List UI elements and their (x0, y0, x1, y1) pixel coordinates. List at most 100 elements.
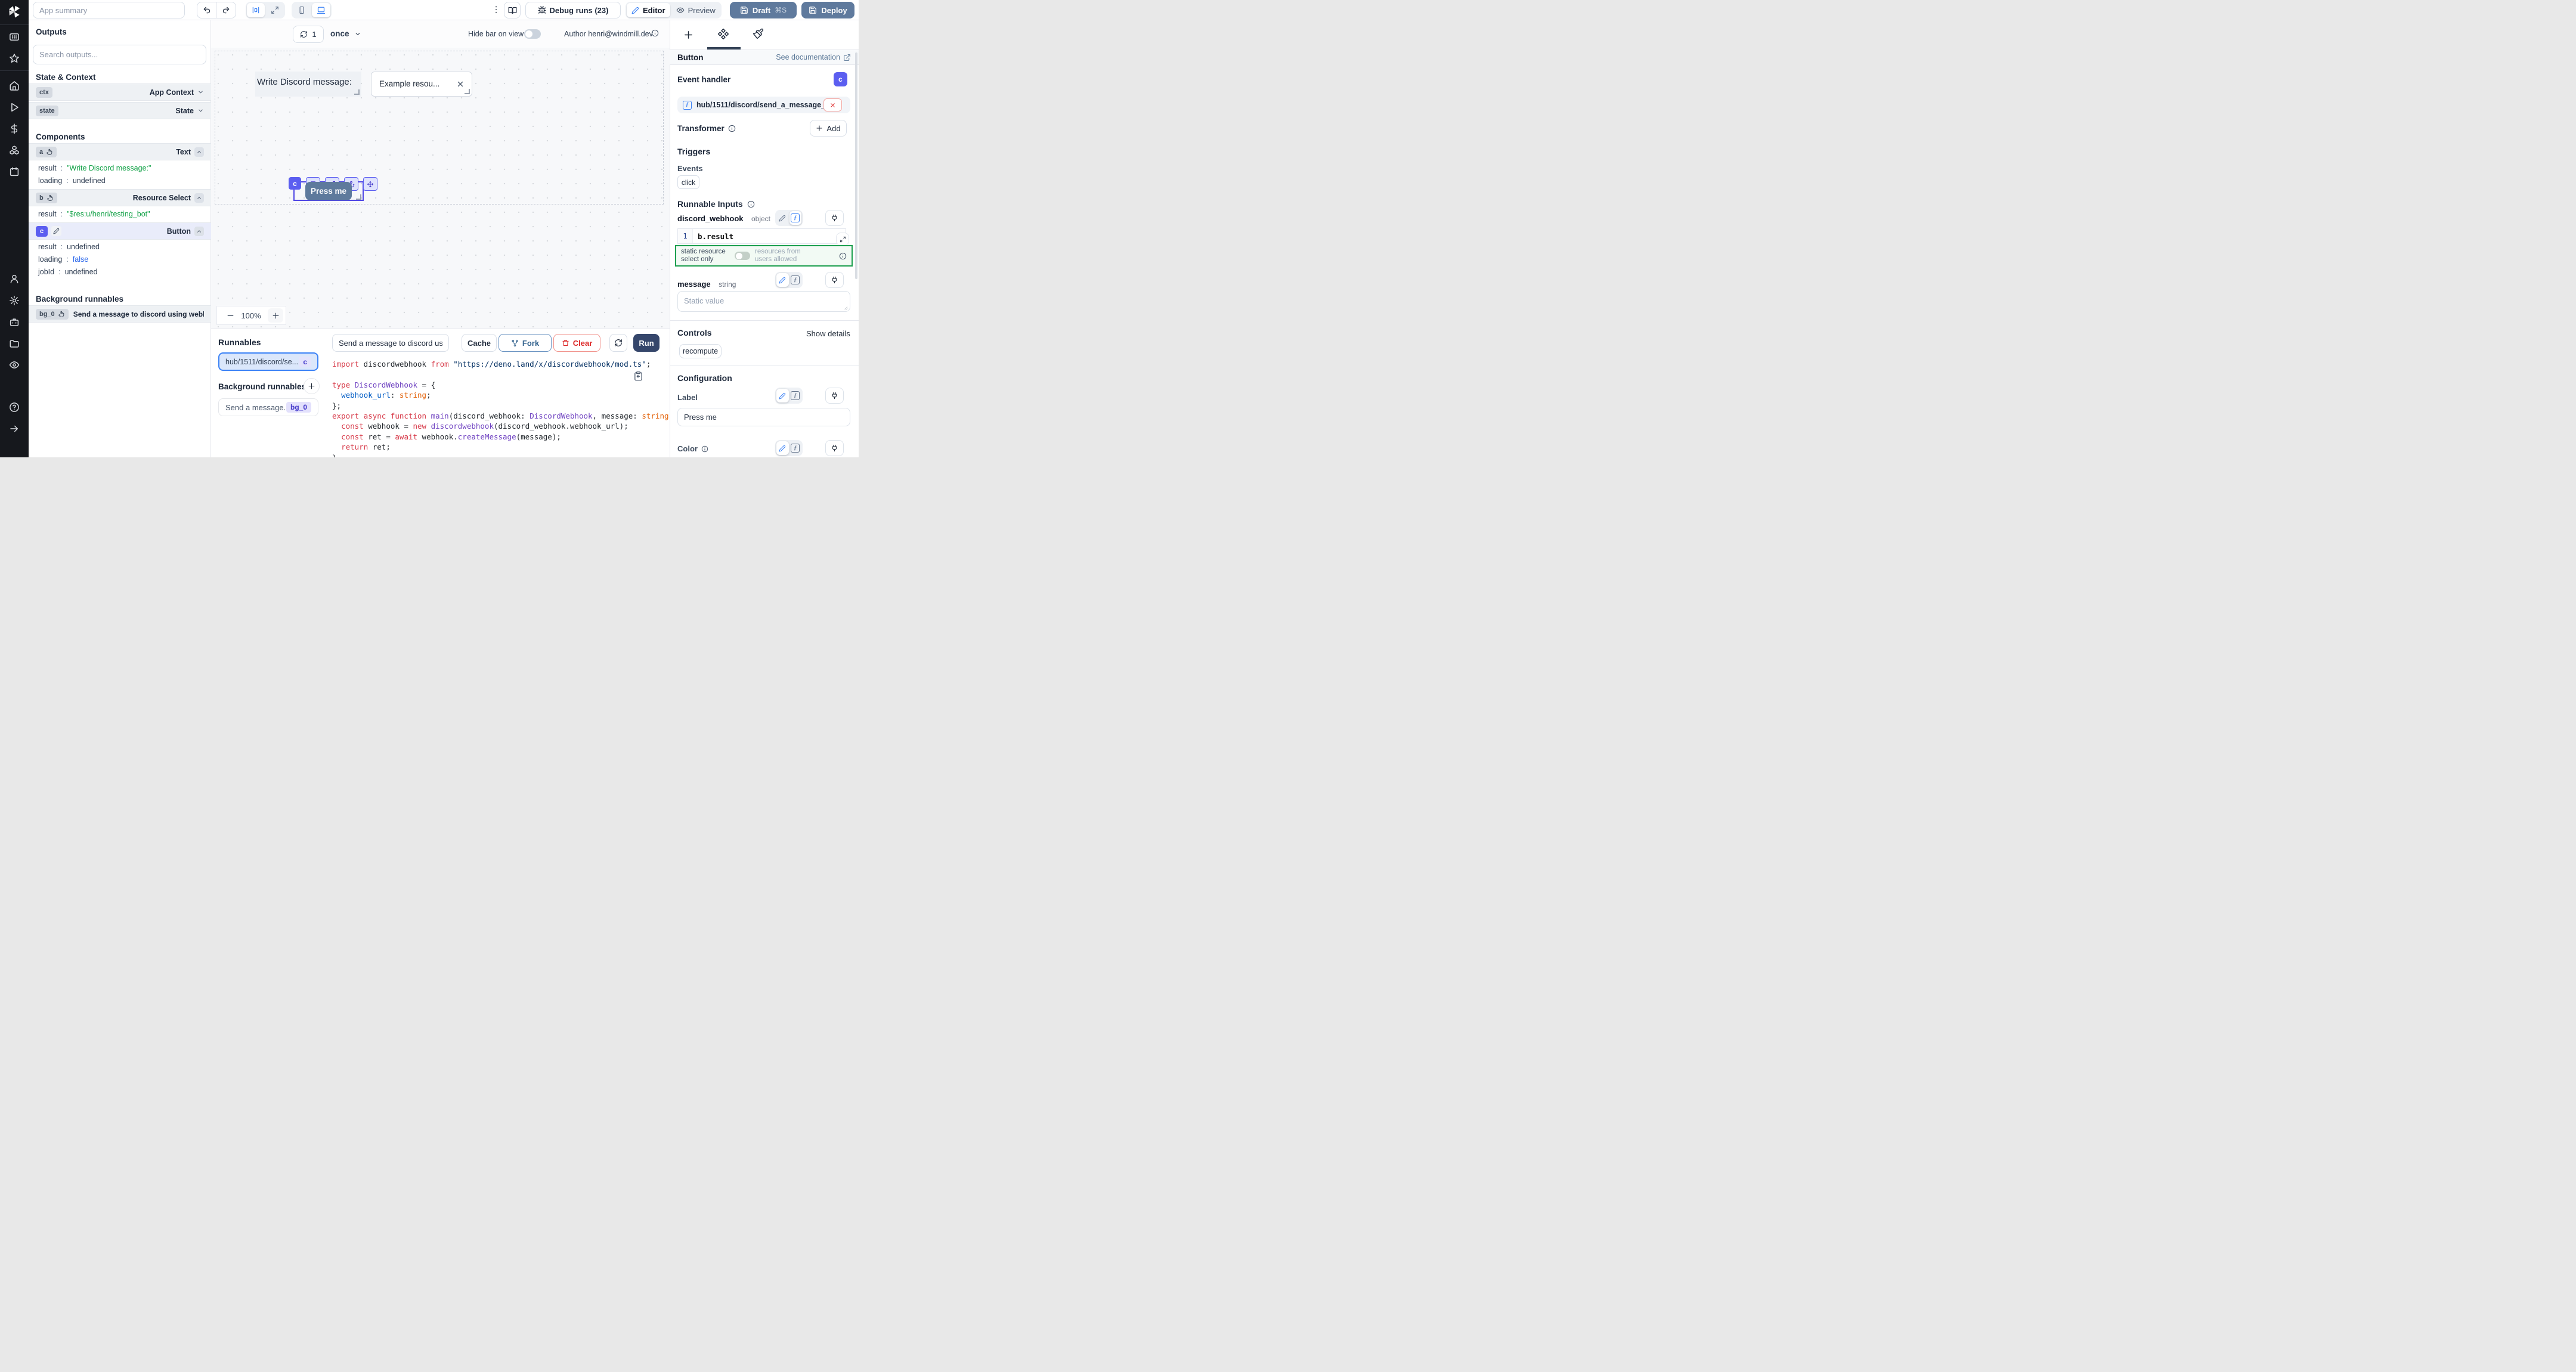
cache-button[interactable]: Cache (462, 334, 497, 352)
message-static-input[interactable] (677, 291, 850, 312)
remove-runnable-button[interactable] (823, 98, 842, 112)
app-summary-input[interactable] (33, 2, 185, 18)
connect-plug-button[interactable] (825, 440, 844, 456)
static-pencil-icon[interactable] (776, 273, 789, 287)
app-canvas[interactable]: Write Discord message: Example resou... … (211, 48, 670, 329)
search-outputs-input[interactable] (33, 45, 206, 64)
resource-select-component[interactable]: Example resou... (371, 72, 472, 97)
apps-icon[interactable] (9, 32, 20, 42)
windmill-logo-icon[interactable] (7, 4, 22, 20)
bg-runnable-item[interactable]: Send a message... bg_0 (218, 398, 318, 416)
debug-runs-button[interactable]: Debug runs (23) (525, 2, 621, 18)
static-pencil-icon[interactable] (776, 389, 789, 402)
press-me-button[interactable]: Press me (305, 182, 352, 200)
fullscreen-icon[interactable] (266, 3, 284, 17)
eval-function-icon[interactable]: ƒ (789, 211, 802, 225)
account-user-icon[interactable] (9, 274, 20, 284)
audit-eye-icon[interactable] (9, 360, 20, 370)
fork-button[interactable]: Fork (499, 334, 552, 352)
expr-editor[interactable]: 1 b.result (677, 228, 846, 244)
refresh-script-button[interactable] (609, 334, 627, 352)
edit-id-button[interactable] (51, 226, 61, 236)
code-lines[interactable]: import discordwebhook from "https://deno… (332, 359, 670, 457)
tab-component-settings[interactable] (717, 28, 729, 40)
tab-styling[interactable] (753, 28, 764, 39)
runnable-item-selected[interactable]: hub/1511/discord/se... c (218, 352, 318, 371)
copy-icon[interactable] (633, 371, 643, 381)
info-icon[interactable] (747, 200, 755, 208)
schedules-calendar-icon[interactable] (9, 166, 20, 177)
component-row-c[interactable]: c Button (29, 222, 211, 240)
refresh-mode-dropdown[interactable]: once (330, 29, 361, 38)
zoom-in-plus-icon[interactable] (268, 308, 283, 323)
deploy-button[interactable]: Deploy (801, 2, 854, 18)
tab-add-component[interactable] (683, 30, 693, 40)
undo-button[interactable] (197, 2, 217, 18)
favorites-star-icon[interactable] (9, 53, 20, 64)
static-pencil-icon[interactable] (776, 211, 789, 225)
background-runnable-row-bg0[interactable]: bg_0 Send a message to discord using web… (29, 305, 211, 323)
tab-editor[interactable]: Editor (627, 3, 670, 17)
see-documentation-link[interactable]: See documentation (776, 53, 851, 61)
info-icon[interactable] (651, 29, 659, 37)
info-icon[interactable] (701, 445, 708, 453)
right-panel-scrollbar[interactable] (855, 52, 857, 279)
connect-plug-button[interactable] (825, 388, 844, 404)
selected-id-chip[interactable]: c (289, 177, 301, 190)
workers-icon[interactable] (9, 317, 20, 327)
collapse-a-button[interactable] (194, 147, 204, 157)
resources-boxes-icon[interactable] (9, 145, 20, 156)
folders-icon[interactable] (9, 338, 20, 349)
event-click-pill[interactable]: click (677, 175, 699, 189)
center-align-icon[interactable] (247, 3, 265, 17)
run-button[interactable]: Run (633, 334, 660, 352)
desktop-view-icon[interactable] (312, 3, 330, 17)
resize-handle[interactable] (354, 89, 360, 95)
redo-button[interactable] (217, 2, 236, 18)
output-row-ctx[interactable]: ctx App Context (29, 83, 211, 101)
expand-arrow-icon[interactable] (9, 423, 20, 434)
connect-plug-button[interactable] (825, 272, 844, 288)
clear-button[interactable]: Clear (553, 334, 600, 352)
docs-book-button[interactable] (504, 2, 521, 18)
refresh-count-button[interactable]: 1 (293, 26, 324, 43)
text-component[interactable]: Write Discord message: (255, 72, 361, 97)
event-handler-runnable-pill[interactable]: ƒ hub/1511/discord/send_a_message_... (677, 97, 850, 113)
script-name-input[interactable] (332, 334, 449, 352)
expand-editor-button[interactable] (836, 233, 849, 246)
zoom-out-minus-icon[interactable] (227, 312, 234, 320)
info-icon[interactable] (839, 252, 847, 260)
add-transformer-button[interactable]: Add (810, 120, 847, 137)
draft-button[interactable]: Draft⌘S (730, 2, 797, 18)
add-bg-runnable-button[interactable] (304, 378, 320, 394)
resize-grip-icon[interactable] (843, 305, 848, 310)
kebab-menu-icon[interactable] (491, 5, 501, 14)
eval-function-icon[interactable]: ƒ (789, 389, 802, 402)
component-row-a[interactable]: a Text (29, 143, 211, 160)
runs-play-icon[interactable] (9, 102, 20, 113)
tab-preview[interactable]: Preview (671, 3, 720, 17)
variables-dollar-icon[interactable] (9, 123, 20, 134)
resize-handle[interactable] (356, 194, 361, 200)
clear-x-icon[interactable] (456, 80, 465, 88)
label-value-input[interactable] (677, 408, 850, 426)
connect-plug-button[interactable] (825, 210, 844, 226)
show-details-link[interactable]: Show details (806, 329, 850, 338)
resource-mode-toggle[interactable] (735, 252, 750, 260)
collapse-b-button[interactable] (194, 193, 204, 203)
move-icon[interactable] (363, 177, 377, 191)
help-circle-icon[interactable] (9, 402, 20, 413)
home-icon[interactable] (9, 80, 20, 91)
eval-function-icon[interactable]: ƒ (789, 273, 802, 287)
collapse-c-button[interactable] (194, 227, 204, 236)
component-row-b[interactable]: b Resource Select (29, 189, 211, 206)
eval-function-icon[interactable]: ƒ (789, 441, 802, 455)
hide-bar-toggle[interactable] (524, 29, 541, 39)
resize-handle[interactable] (465, 89, 470, 94)
info-icon[interactable] (728, 125, 736, 132)
output-row-state[interactable]: state State (29, 102, 211, 119)
static-pencil-icon[interactable] (776, 441, 789, 455)
recompute-button[interactable]: recompute (679, 344, 722, 358)
settings-gear-icon[interactable] (9, 295, 20, 306)
mobile-view-icon[interactable] (293, 3, 311, 17)
